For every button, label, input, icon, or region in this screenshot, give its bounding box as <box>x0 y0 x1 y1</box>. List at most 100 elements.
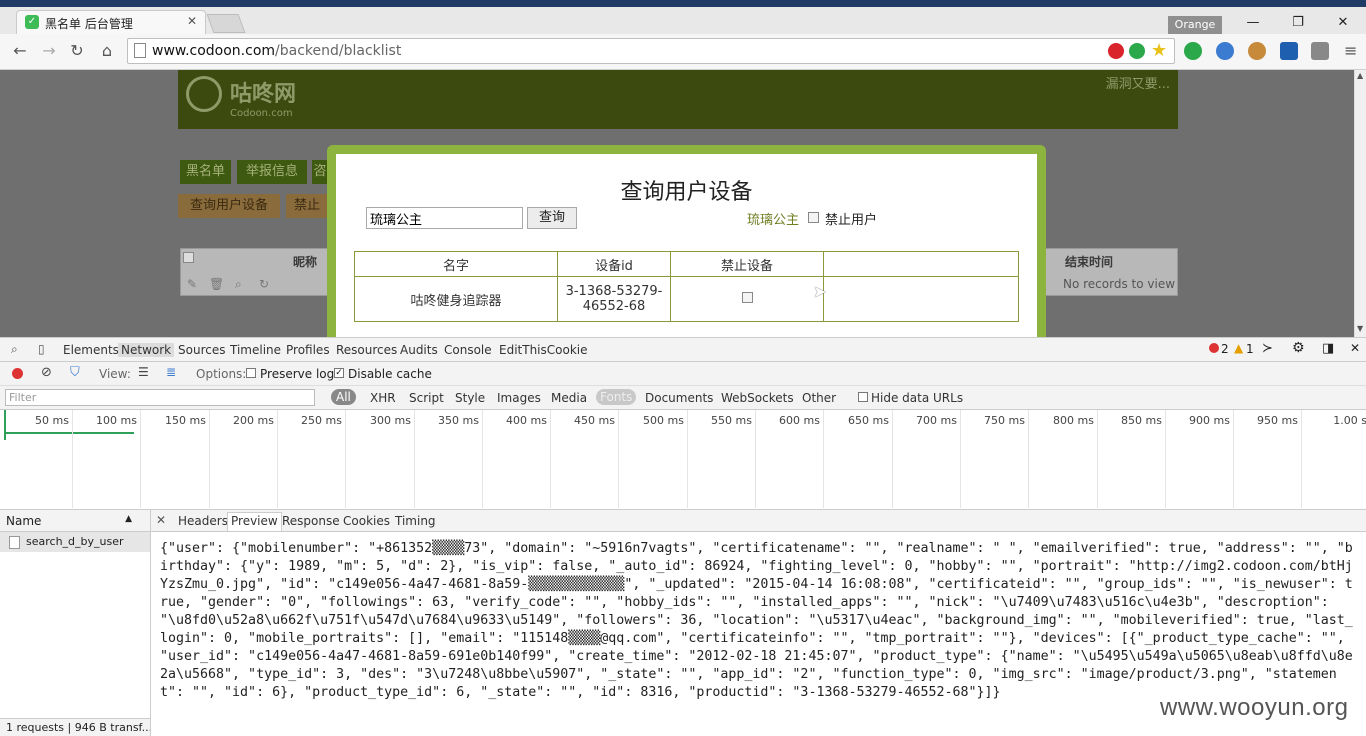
inspect-icon[interactable]: ⌕ <box>11 342 18 357</box>
filter-input[interactable]: Filter <box>5 389 315 406</box>
grid-empty-text: No records to view <box>1063 277 1176 291</box>
timeline-gridline <box>277 410 278 508</box>
console-drawer-icon[interactable]: ≻ <box>1262 341 1273 356</box>
query-button[interactable]: 查询 <box>527 207 577 229</box>
nav-blacklist[interactable]: 黑名单 <box>180 160 231 184</box>
home-icon[interactable]: ⌂ <box>97 41 117 61</box>
network-toolbar: ⊘ ⛉ View: ☰ ≣ Options: Preserve log ✓ Di… <box>0 362 1366 386</box>
hide-data-urls-checkbox[interactable] <box>858 392 868 402</box>
tab-timing[interactable]: Timing <box>395 514 436 528</box>
disable-cache-checkbox[interactable]: ✓ <box>334 368 344 378</box>
grid-select-all[interactable] <box>183 252 194 263</box>
timeline-gridline <box>1233 410 1234 508</box>
tab-audits[interactable]: Audits <box>400 343 438 357</box>
search-icon[interactable]: ⌕ <box>235 277 242 292</box>
tab-profiles[interactable]: Profiles <box>286 343 330 357</box>
nav-ban[interactable]: 禁止 <box>286 194 328 218</box>
nav-reports[interactable]: 举报信息 <box>237 160 307 184</box>
device-table-header: 名字 设备id 禁止设备 <box>354 251 1019 277</box>
tab-preview[interactable]: Preview <box>227 512 282 531</box>
filter-websockets[interactable]: WebSockets <box>721 391 794 405</box>
ban-user-checkbox[interactable] <box>808 212 819 223</box>
site-logo[interactable]: 咕咚网 Codoon.com <box>186 76 296 119</box>
restore-icon[interactable]: ❐ <box>1275 15 1321 35</box>
tab-cookies[interactable]: Cookies <box>343 514 390 528</box>
tab-response[interactable]: Response <box>282 514 340 528</box>
list-item[interactable]: search_d_by_user <box>0 532 150 552</box>
waterfall-view-icon[interactable]: ≣ <box>166 365 176 379</box>
tab-sources[interactable]: Sources <box>178 343 225 357</box>
user-name-link[interactable]: 琉璃公主 <box>747 209 799 228</box>
ban-device-cell <box>670 276 824 322</box>
record-icon[interactable] <box>12 368 23 379</box>
preserve-log-checkbox[interactable] <box>246 368 256 378</box>
edit-icon[interactable]: ✎ <box>187 277 197 291</box>
nav-query-device[interactable]: 查询用户设备 <box>178 194 280 218</box>
timeline-tick-label: 600 ms <box>779 414 820 427</box>
ban-device-checkbox[interactable] <box>741 291 753 303</box>
refresh-icon[interactable]: ↻ <box>259 277 269 291</box>
timeline-gridline <box>140 410 141 508</box>
extension-d-icon[interactable] <box>1184 42 1202 60</box>
filter-all[interactable]: All <box>331 389 356 405</box>
settings-gear-icon[interactable]: ⚙ <box>1292 340 1305 356</box>
tab-headers[interactable]: Headers <box>178 514 228 528</box>
clear-icon[interactable]: ⊘ <box>41 365 52 380</box>
banner-link[interactable]: 漏洞又要... <box>1106 73 1170 92</box>
timeline-gridline <box>1165 410 1166 508</box>
bookmark-star-icon[interactable]: ★ <box>1151 40 1167 61</box>
filter-script[interactable]: Script <box>409 391 444 405</box>
scroll-down-icon[interactable]: ▼ <box>1357 324 1363 333</box>
scroll-up-icon[interactable]: ▲ <box>1357 71 1363 80</box>
filter-xhr[interactable]: XHR <box>370 391 396 405</box>
dock-icon[interactable]: ◨ <box>1322 341 1334 356</box>
extension-network-icon[interactable] <box>1216 42 1234 60</box>
tab-close-icon[interactable]: ✕ <box>187 14 197 28</box>
disable-cache-label: Disable cache <box>348 367 432 381</box>
window-close-icon[interactable]: ✕ <box>1320 15 1366 35</box>
filter-documents[interactable]: Documents <box>645 391 713 405</box>
tab-editthiscookie[interactable]: EditThisCookie <box>499 343 588 357</box>
warning-icon[interactable]: ▲ <box>1234 341 1243 355</box>
filter-style[interactable]: Style <box>455 391 485 405</box>
tab-resources[interactable]: Resources <box>336 343 397 357</box>
devtools-close-icon[interactable]: ✕ <box>1350 341 1360 355</box>
delete-icon[interactable]: 🗑 <box>209 277 224 291</box>
pro-extension-icon[interactable] <box>1108 43 1124 59</box>
nav-more[interactable]: 咨 <box>312 160 328 184</box>
browser-toolbar: ← → ↻ ⌂ www.codoon.com/backend/blacklist… <box>0 34 1366 70</box>
timeline-gridline <box>755 410 756 508</box>
filter-media[interactable]: Media <box>551 391 587 405</box>
reload-icon[interactable]: ↻ <box>67 41 87 61</box>
browser-tab[interactable]: ✓ 黑名单 后台管理 ✕ <box>16 10 206 34</box>
tab-timeline[interactable]: Timeline <box>230 343 281 357</box>
profile-badge[interactable]: Orange <box>1168 16 1222 34</box>
filter-images[interactable]: Images <box>497 391 541 405</box>
options-label: Options: <box>196 367 247 381</box>
menu-icon[interactable]: ≡ <box>1344 41 1357 60</box>
page-scrollbar[interactable]: ▲ ▼ <box>1354 70 1366 337</box>
tab-console[interactable]: Console <box>444 343 492 357</box>
preview-close-icon[interactable]: ✕ <box>156 513 166 527</box>
back-icon[interactable]: ← <box>10 41 30 61</box>
name-column-header[interactable]: Name ▲ <box>0 510 150 532</box>
extension-blue-icon[interactable] <box>1280 42 1298 60</box>
device-mode-icon[interactable]: ▯ <box>38 342 45 356</box>
filter-other[interactable]: Other <box>802 391 836 405</box>
new-tab-button[interactable] <box>206 14 246 33</box>
forward-icon[interactable]: → <box>39 41 59 61</box>
extension-tools-icon[interactable] <box>1311 42 1329 60</box>
timeline-gridline <box>345 410 346 508</box>
grammarly-icon[interactable] <box>1129 43 1145 59</box>
address-bar[interactable]: www.codoon.com/backend/blacklist ★ <box>127 38 1175 64</box>
tab-elements[interactable]: Elements <box>63 343 119 357</box>
error-icon[interactable] <box>1209 343 1219 353</box>
sort-ascending-icon[interactable]: ▲ <box>125 514 132 524</box>
filter-funnel-icon[interactable]: ⛉ <box>70 365 80 380</box>
filter-fonts[interactable]: Fonts <box>596 389 637 405</box>
minimize-icon[interactable]: — <box>1230 15 1276 35</box>
list-view-icon[interactable]: ☰ <box>138 365 149 379</box>
cookie-icon[interactable] <box>1248 42 1266 60</box>
query-user-input[interactable] <box>366 207 523 229</box>
tab-network[interactable]: Network <box>118 343 175 357</box>
